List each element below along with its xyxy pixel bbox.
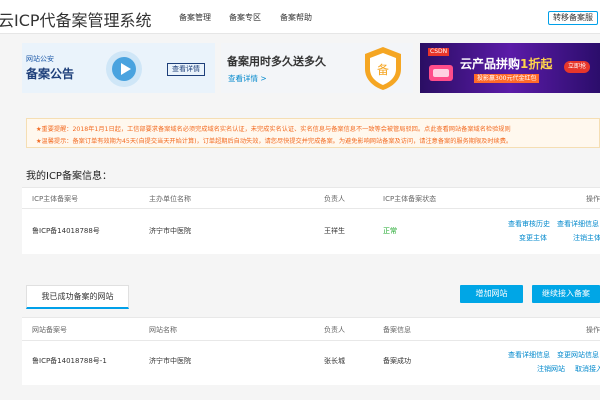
banner-detail-button[interactable]: 查看详情 (167, 63, 205, 76)
col-person: 负责人 (324, 195, 345, 203)
col-icp-no: ICP主体备案号 (32, 195, 79, 203)
col-site-ops: 操作 (586, 326, 600, 334)
view-site-details-link[interactable]: 查看详细信息 (508, 350, 550, 360)
cloud-icon (426, 59, 456, 85)
transfer-filing-button[interactable]: 转移备案服 (548, 11, 598, 25)
col-org-name: 主办单位名称 (149, 195, 191, 203)
banner-sale-brand: CSDN (428, 48, 450, 56)
table-header-row (22, 187, 600, 209)
banner-tag: 网站公安 (26, 55, 54, 63)
site-name: 济宁市中医院 (149, 357, 191, 365)
icp-table: ICP主体备案号 主办单位名称 负责人 ICP主体备案状态 操作 鲁ICP备14… (22, 187, 600, 254)
play-icon (104, 49, 144, 89)
icp-number: 鲁ICP备14018788号 (32, 227, 100, 235)
site-person: 张长城 (324, 357, 345, 365)
nav-filing-zone[interactable]: 备案专区 (229, 12, 261, 23)
app-title: 云ICP代备案管理系统 (0, 11, 152, 30)
person-name: 王祥生 (324, 227, 345, 235)
shield-icon: 备 (361, 45, 405, 91)
table-header-row (22, 317, 600, 341)
continue-access-button[interactable]: 继续接入备案 (532, 285, 600, 303)
nav-filing-management[interactable]: 备案管理 (179, 12, 211, 23)
cancel-site-link[interactable]: 注销网站 (537, 364, 565, 374)
site-status: 备案成功 (383, 357, 411, 365)
banner-announcement[interactable]: 网站公安 备案公告 查看详情 (22, 43, 215, 93)
col-site-no: 网站备案号 (32, 326, 67, 334)
status-badge: 正常 (383, 227, 397, 235)
col-site-person: 负责人 (324, 326, 345, 334)
notice-important: ★重要提醒：2018年1月1日起，工信部要求备案域名必须完成域名实名认证，未完成… (36, 126, 511, 133)
notice-tip: ★温馨提示：备案订单有效期为45天(自提交当天开始计算)，订单超期后自动失效，请… (36, 138, 513, 145)
websites-table: 网站备案号 网站名称 负责人 备案信息 操作 鲁ICP备14018788号-1 … (22, 317, 600, 385)
add-website-button[interactable]: 增加网站 (460, 285, 523, 303)
change-site-info-link[interactable]: 变更网站信息 (557, 350, 599, 360)
col-ops: 操作 (586, 195, 600, 203)
nav-filing-help[interactable]: 备案帮助 (280, 12, 312, 23)
banner-sale-title: 云产品拼购1折起 (460, 57, 553, 71)
banner-sale-subtitle: 投影赢300元代金红包 (474, 74, 540, 83)
banner-promo[interactable]: 备案用时多久送多久 查看详情 > 备 (221, 43, 413, 93)
view-details-link[interactable]: 查看详细信息 (557, 219, 599, 229)
notice-box: ★重要提醒：2018年1月1日起，工信部要求备案域名必须完成域名实名认证，未完成… (26, 118, 600, 148)
col-status: ICP主体备案状态 (383, 195, 437, 203)
banner-promo-title: 备案用时多久送多久 (227, 55, 326, 68)
site-number: 鲁ICP备14018788号-1 (32, 357, 107, 365)
org-name: 济宁市中医院 (149, 227, 191, 235)
change-entity-link[interactable]: 变更主体 (519, 233, 547, 243)
banner-sale-action[interactable]: 立即抢 (564, 61, 591, 73)
banner-promo-link[interactable]: 查看详情 > (228, 73, 267, 84)
tab-filed-websites[interactable]: 我已成功备案的网站 (26, 285, 129, 309)
icp-info-title: 我的ICP备案信息： (26, 171, 112, 182)
cancel-access-link[interactable]: 取消接入 (575, 364, 600, 374)
svg-text:备: 备 (377, 63, 389, 77)
banner-sale[interactable]: CSDN 云产品拼购1折起 投影赢300元代金红包 立即抢 (420, 43, 600, 93)
col-site-name: 网站名称 (149, 326, 177, 334)
banner-title: 备案公告 (26, 67, 75, 81)
cancel-entity-link[interactable]: 注销主体 (573, 233, 600, 243)
col-site-info: 备案信息 (383, 326, 411, 334)
view-review-history-link[interactable]: 查看审核历史 (508, 219, 550, 229)
